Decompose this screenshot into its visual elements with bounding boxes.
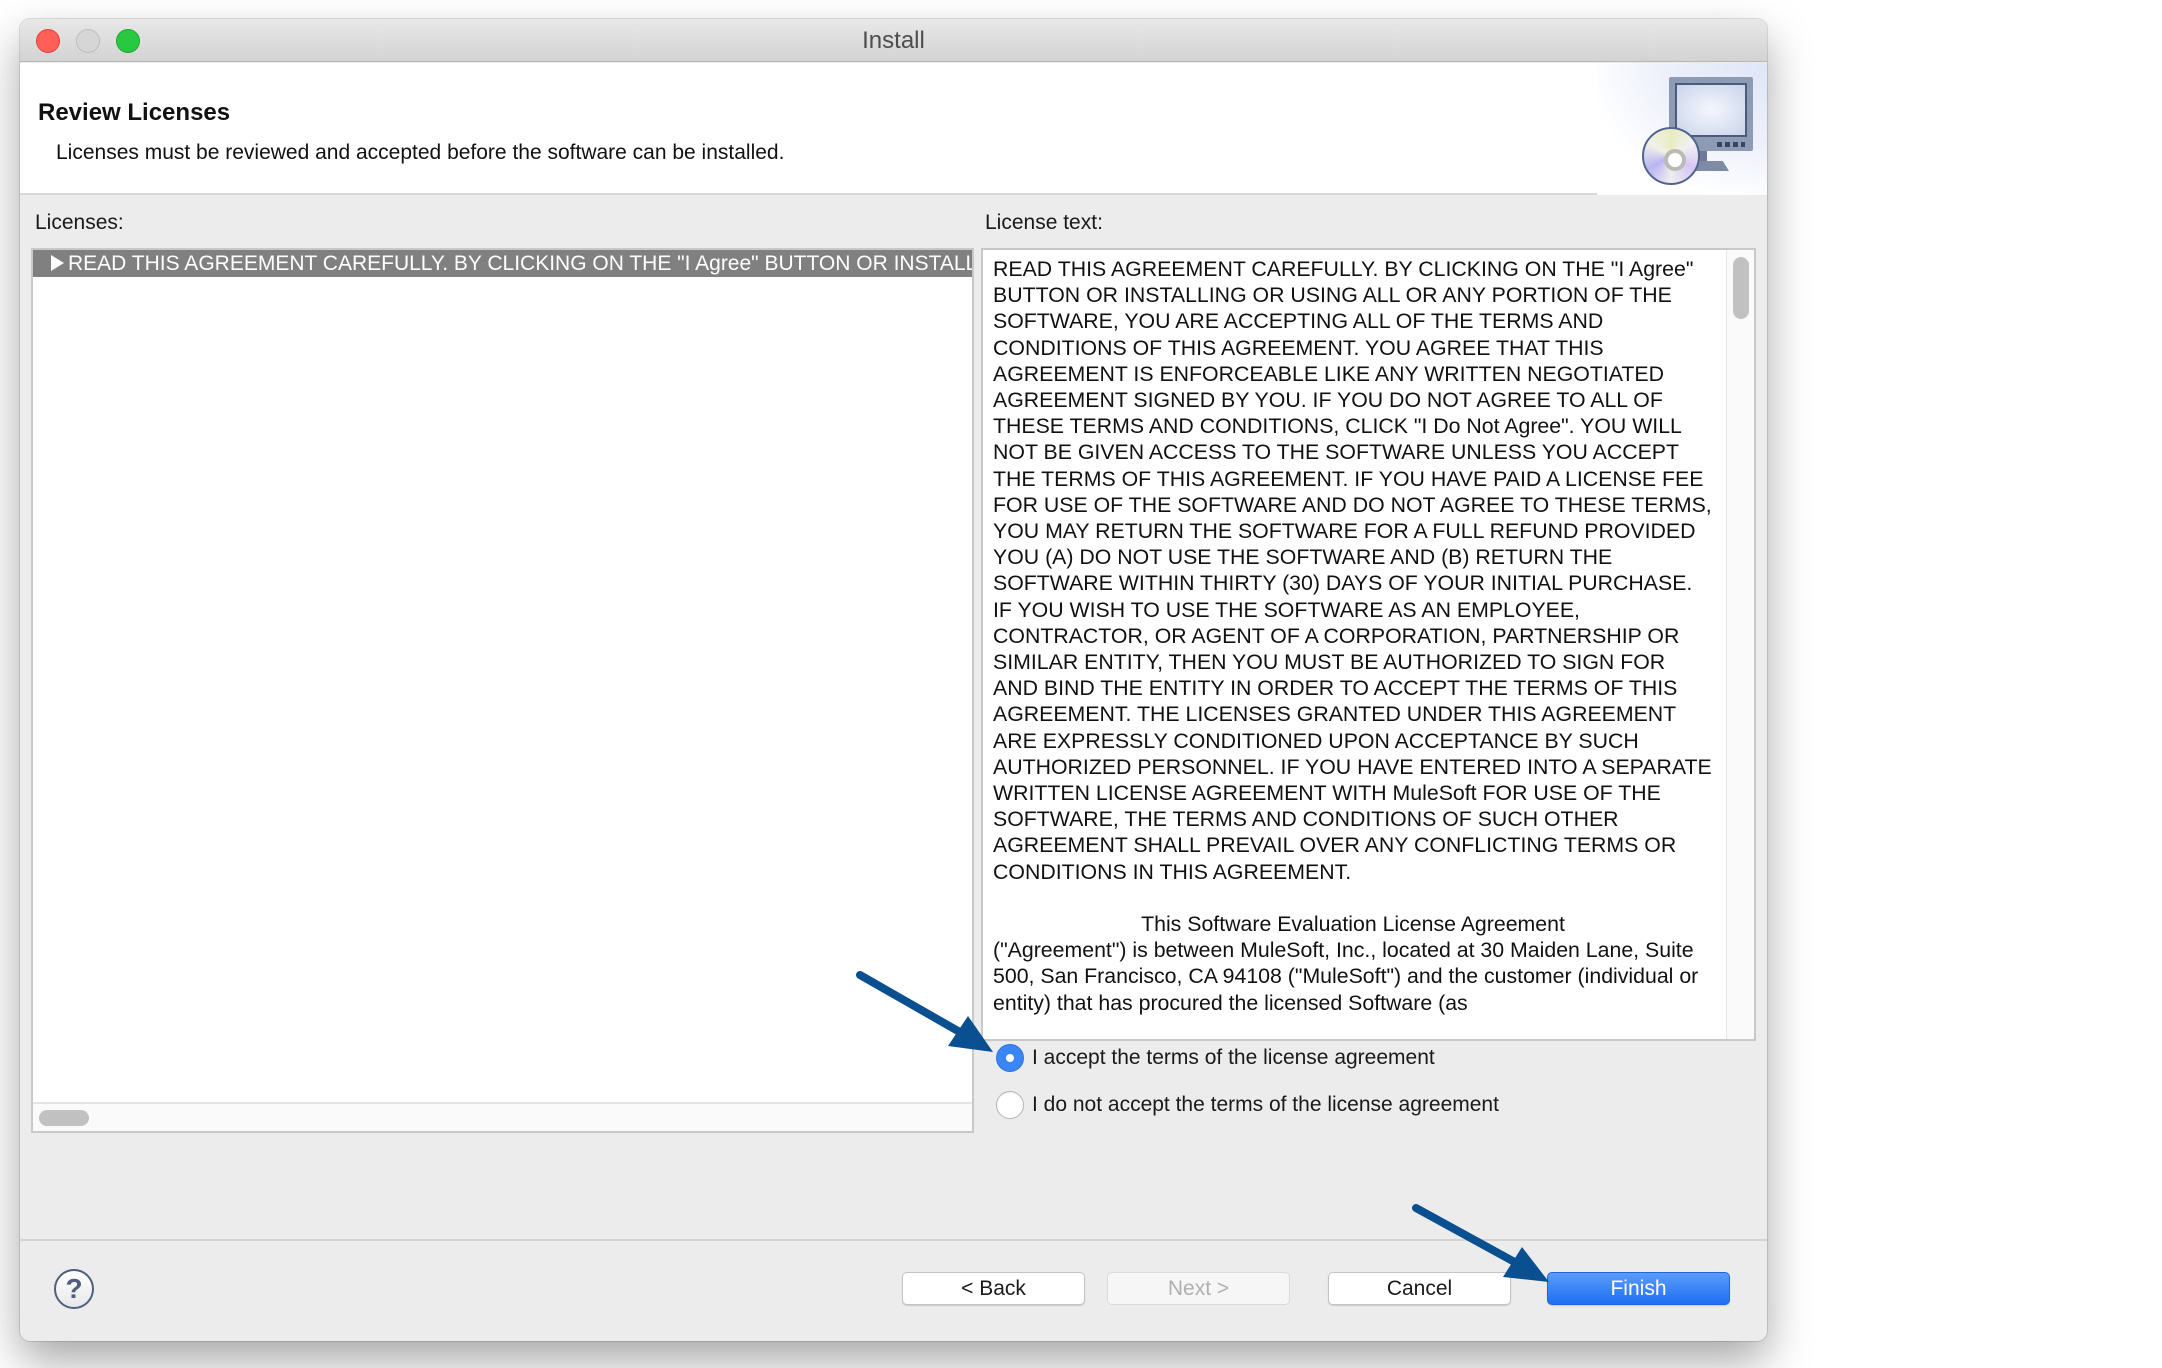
license-text-content: READ THIS AGREEMENT CAREFULLY. BY CLICKI… xyxy=(993,256,1713,1016)
decline-option[interactable]: I do not accept the terms of the license… xyxy=(996,1090,1499,1120)
title-bar[interactable]: Install xyxy=(20,19,1767,62)
horizontal-scrollbar[interactable] xyxy=(33,1102,972,1131)
license-tree-item[interactable]: READ THIS AGREEMENT CAREFULLY. BY CLICKI… xyxy=(33,250,972,277)
page-description: Licenses must be reviewed and accepted b… xyxy=(56,141,785,164)
decline-radio-label[interactable]: I do not accept the terms of the license… xyxy=(1032,1093,1499,1117)
page-title: Review Licenses xyxy=(38,99,231,126)
license-paragraph-2: ("Agreement") is between MuleSoft, Inc.,… xyxy=(993,938,1705,1015)
decline-radio[interactable] xyxy=(996,1091,1024,1119)
license-paragraph-2-heading: This Software Evaluation License Agreeme… xyxy=(1141,912,1565,937)
install-dialog: Install Review Licenses Licenses must be… xyxy=(20,19,1767,1341)
accept-radio-label[interactable]: I accept the terms of the license agreem… xyxy=(1032,1046,1435,1070)
license-paragraph-1: READ THIS AGREEMENT CAREFULLY. BY CLICKI… xyxy=(993,257,1718,884)
horizontal-scrollbar-thumb[interactable] xyxy=(39,1110,89,1126)
license-text-area[interactable]: READ THIS AGREEMENT CAREFULLY. BY CLICKI… xyxy=(981,248,1756,1041)
expand-triangle-icon[interactable] xyxy=(51,255,64,271)
vertical-scrollbar[interactable] xyxy=(1726,250,1754,1039)
cancel-button[interactable]: Cancel xyxy=(1328,1272,1511,1305)
license-tree-item-label: READ THIS AGREEMENT CAREFULLY. BY CLICKI… xyxy=(68,252,972,275)
accept-radio[interactable] xyxy=(996,1044,1024,1072)
wizard-header: Review Licenses Licenses must be reviewe… xyxy=(20,63,1767,195)
help-icon[interactable]: ? xyxy=(54,1269,94,1309)
licenses-tree[interactable]: READ THIS AGREEMENT CAREFULLY. BY CLICKI… xyxy=(31,248,974,1133)
finish-button[interactable]: Finish xyxy=(1547,1272,1730,1305)
next-button: Next > xyxy=(1107,1272,1290,1305)
license-text-label: License text: xyxy=(985,211,1103,234)
footer-divider xyxy=(20,1239,1767,1241)
install-monitor-cd-icon xyxy=(1597,63,1767,195)
accept-option[interactable]: I accept the terms of the license agreem… xyxy=(996,1043,1435,1073)
monitor-screen xyxy=(1675,83,1747,137)
vertical-scrollbar-thumb[interactable] xyxy=(1733,257,1749,319)
window-title: Install xyxy=(862,27,925,54)
cd-disc-icon xyxy=(1642,127,1700,185)
licenses-label: Licenses: xyxy=(35,211,124,234)
monitor-leds xyxy=(1717,142,1745,147)
back-button[interactable]: < Back xyxy=(902,1272,1085,1305)
